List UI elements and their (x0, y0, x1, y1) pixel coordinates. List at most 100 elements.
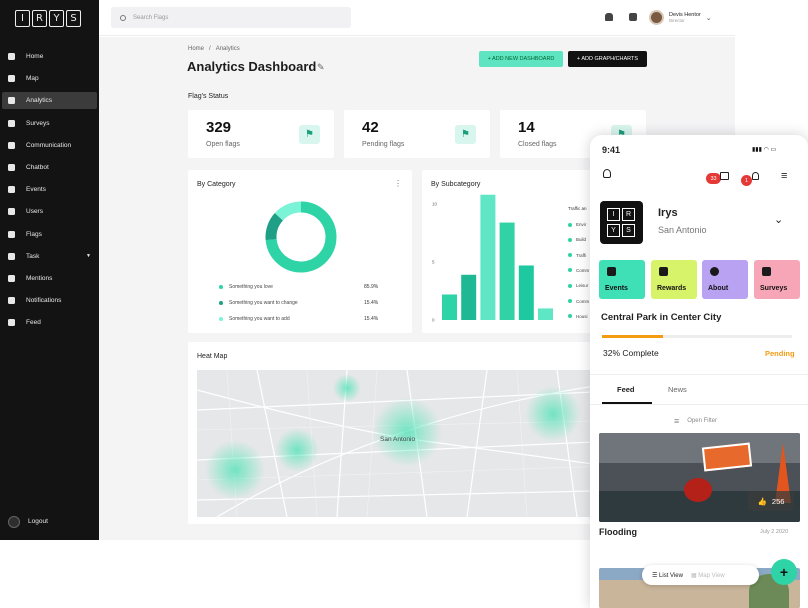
bar[interactable] (442, 294, 457, 320)
flags-status-title: Flag's Status (188, 93, 229, 100)
legend-label: Housi (576, 313, 588, 319)
legend-label: Leisur (576, 283, 589, 289)
legend-dot (219, 317, 223, 321)
flag-icon: ⚑ (455, 125, 476, 144)
y-tick-label: 0 (432, 318, 435, 323)
irys-logo[interactable]: I R Y S (15, 10, 85, 27)
chevron-down-icon[interactable]: ⌄ (774, 213, 783, 226)
bar[interactable] (499, 222, 515, 320)
survey-icon (762, 267, 771, 276)
legend-label: Something you want to add (229, 316, 290, 322)
add-graph-button[interactable]: + ADD GRAPH/CHARTS (568, 51, 647, 67)
sidebar-item-communication[interactable]: Communication (2, 137, 97, 154)
legend-label: Something you want to change (229, 300, 298, 306)
sidebar-item-flags[interactable]: Flags (2, 226, 97, 243)
user-menu[interactable]: Devis Hentor Director ⌄ (649, 10, 712, 25)
sidebar-item-label: Map (26, 75, 39, 83)
bar[interactable] (461, 274, 477, 320)
legend-item: Traffi (568, 253, 586, 258)
sidebar-item-label: Task (26, 252, 40, 260)
tile-about[interactable]: About (702, 260, 748, 299)
trophy-icon (659, 267, 668, 276)
sidebar-item-home[interactable]: Home (2, 48, 97, 65)
sidebar-item-users[interactable]: Users (2, 203, 97, 220)
sidebar-item-mentions[interactable]: Mentions (2, 270, 97, 287)
legend-dot (568, 314, 572, 319)
info-icon (710, 267, 719, 276)
sidebar-item-notifications[interactable]: Notifications (2, 292, 97, 309)
calendar-icon (8, 186, 15, 194)
search-input[interactable]: Search Flags (111, 7, 351, 28)
logout-button[interactable]: Logout (2, 513, 97, 530)
logo-letter: R (622, 208, 635, 221)
like-count: 256 (771, 496, 785, 506)
legend-item: Housi (568, 314, 588, 319)
map-view-button[interactable]: ▦ Map View (691, 572, 725, 579)
heat-map-card: Heat Map San Antonio (188, 342, 646, 524)
donut-slice[interactable] (274, 201, 302, 221)
tab-news[interactable]: News (668, 385, 687, 394)
by-category-card: By Category ⋮ Something you love 85.9% Som… (188, 170, 412, 333)
rss-icon (8, 319, 15, 327)
logo-letter: Y (49, 10, 64, 27)
analytics-icon (8, 97, 15, 105)
divider (590, 404, 808, 405)
progress-fill (602, 335, 663, 338)
tile-surveys[interactable]: Surveys (754, 260, 800, 299)
sidebar-item-map[interactable]: Map (2, 70, 97, 87)
sidebar-item-label: Notifications (26, 297, 62, 305)
donut-slice[interactable] (265, 213, 284, 241)
view-toggle: ☰ List View ▦ Map View (642, 565, 759, 585)
like-button[interactable]: 👍 256 (748, 491, 794, 511)
legend-item: Envir (568, 222, 586, 227)
hamburger-menu-icon[interactable]: ≡ (781, 171, 787, 182)
tab-feed[interactable]: Feed (617, 385, 635, 394)
sidebar: I R Y S Home Map Analytics Surveys Communica… (0, 0, 99, 540)
profile-icon[interactable] (603, 169, 611, 178)
clipboard-icon (8, 119, 15, 127)
tile-rewards[interactable]: Rewards (651, 260, 697, 299)
edit-icon[interactable]: ✎ (317, 62, 325, 73)
post-image[interactable]: 👍 256 (599, 433, 800, 522)
add-flag-fab[interactable]: + (771, 559, 797, 585)
tile-events[interactable]: Events (599, 260, 645, 299)
add-dashboard-button[interactable]: + ADD NEW DASHBOARD (479, 51, 563, 67)
sidebar-item-chatbot[interactable]: Chatbot (2, 159, 97, 176)
heat-map[interactable] (197, 370, 637, 517)
sidebar-item-surveys[interactable]: Surveys (2, 115, 97, 132)
breadcrumb-home[interactable]: Home (188, 46, 204, 52)
legend-dot (568, 283, 572, 288)
open-filter-button[interactable]: ≡ Open Filter (674, 416, 717, 426)
list-view-button[interactable]: ☰ List View (652, 572, 683, 579)
sidebar-item-events[interactable]: Events (2, 181, 97, 198)
message-icon[interactable] (629, 13, 637, 21)
legend-dot (568, 268, 572, 273)
post-date: July 2 2020 (760, 529, 789, 535)
y-tick-label: 5 (432, 260, 435, 265)
logo-letter: Y (607, 223, 620, 237)
warning-light (684, 478, 712, 502)
org-name: Irys (658, 207, 678, 219)
logo-letter: I (15, 10, 30, 27)
home-icon (8, 53, 15, 60)
sidebar-item-analytics[interactable]: Analytics (2, 92, 97, 110)
tile-label: Rewards (657, 285, 687, 292)
bar[interactable] (538, 308, 553, 320)
bar[interactable] (518, 265, 534, 320)
sidebar-item-task[interactable]: Task ▼ (2, 248, 97, 265)
bar[interactable] (480, 194, 496, 320)
legend-label: Something you love (229, 284, 273, 290)
stat-label: Open flags (206, 141, 240, 148)
bell-icon[interactable] (752, 172, 759, 180)
progress-text: 32% Complete (603, 348, 659, 358)
sidebar-item-feed[interactable]: Feed (2, 314, 97, 331)
sidebar-item-label: Surveys (26, 119, 50, 127)
legend-dot (568, 222, 572, 227)
sidebar-item-label: Mentions (26, 275, 53, 282)
legend-dot (219, 285, 223, 289)
map-icon (8, 75, 15, 83)
bell-icon[interactable] (605, 13, 613, 21)
inbox-icon[interactable] (720, 172, 729, 180)
detour-sign (701, 442, 753, 472)
legend-item: Something you love (219, 284, 273, 290)
